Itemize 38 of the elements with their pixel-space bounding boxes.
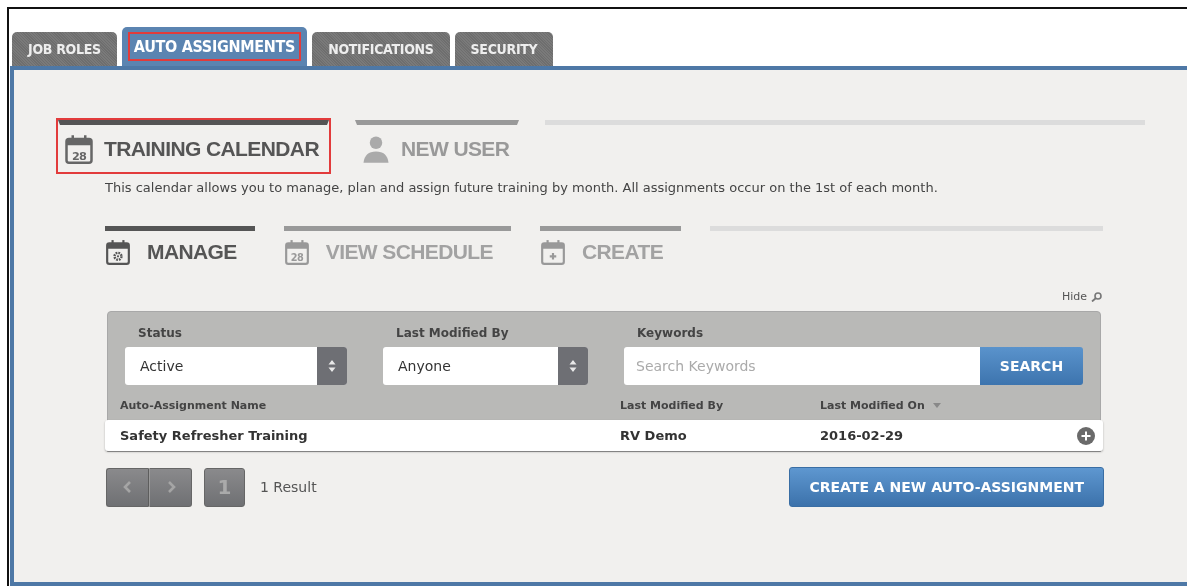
dropdown[interactable]: Active: [125, 347, 347, 385]
calendar-add-icon: [539, 239, 566, 265]
table-cell: Safety Refresher Training: [120, 428, 308, 443]
tab[interactable]: SECURITY: [454, 32, 554, 66]
column-header: Last Modified By: [620, 399, 724, 412]
column-header: Last Modified On: [820, 399, 925, 412]
calendar-settings-icon: [105, 239, 131, 265]
section-tab[interactable]: 28 TRAINING CALENDAR: [58, 120, 329, 172]
expand-plus-icon[interactable]: [1077, 426, 1095, 445]
dropdown[interactable]: Anyone: [383, 347, 588, 385]
field-label: Keywords: [636, 326, 705, 340]
subtab[interactable]: CREATE: [539, 226, 682, 265]
updown-caret-icon: [569, 359, 577, 373]
next-button[interactable]: [149, 467, 192, 507]
calendar-icon: 28: [283, 239, 310, 265]
tab[interactable]: AUTO ASSIGNMENTS: [121, 27, 308, 66]
section-tab[interactable]: NEW USER: [354, 120, 520, 172]
table-cell: 2016-02-29: [820, 428, 904, 443]
description-text: This calendar allows you to manage, plan and assign future training by month. All assignments occur on the 1st of each month.: [105, 180, 939, 195]
subtab[interactable]: MANAGE: [105, 226, 255, 265]
tab[interactable]: JOB ROLES: [12, 32, 117, 66]
sort-caret-icon: [932, 402, 941, 409]
result-count: 1 Result: [260, 479, 317, 495]
updown-caret-icon: [328, 359, 336, 373]
search-field[interactable]: Search Keywords: [624, 347, 980, 385]
search-button[interactable]: SEARCH: [980, 347, 1083, 385]
create-button[interactable]: CREATE A NEW AUTO-ASSIGNMENT: [789, 467, 1104, 507]
table-cell: RV Demo: [620, 428, 687, 443]
hide-link[interactable]: Hide: [1061, 290, 1103, 303]
table-row[interactable]: Safety Refresher Training RV Demo 2016-02-29: [105, 420, 1103, 451]
tab[interactable]: NOTIFICATIONS: [312, 32, 450, 66]
prev-button[interactable]: [106, 467, 149, 507]
field-label: Last Modified By: [395, 326, 510, 340]
column-header: Auto-Assignment Name: [120, 399, 267, 412]
calendar-icon: 28: [64, 134, 94, 164]
field-label: Status: [137, 326, 183, 340]
subtab[interactable]: 28 VIEW SCHEDULE: [283, 226, 511, 265]
search-icon: [1091, 291, 1103, 302]
